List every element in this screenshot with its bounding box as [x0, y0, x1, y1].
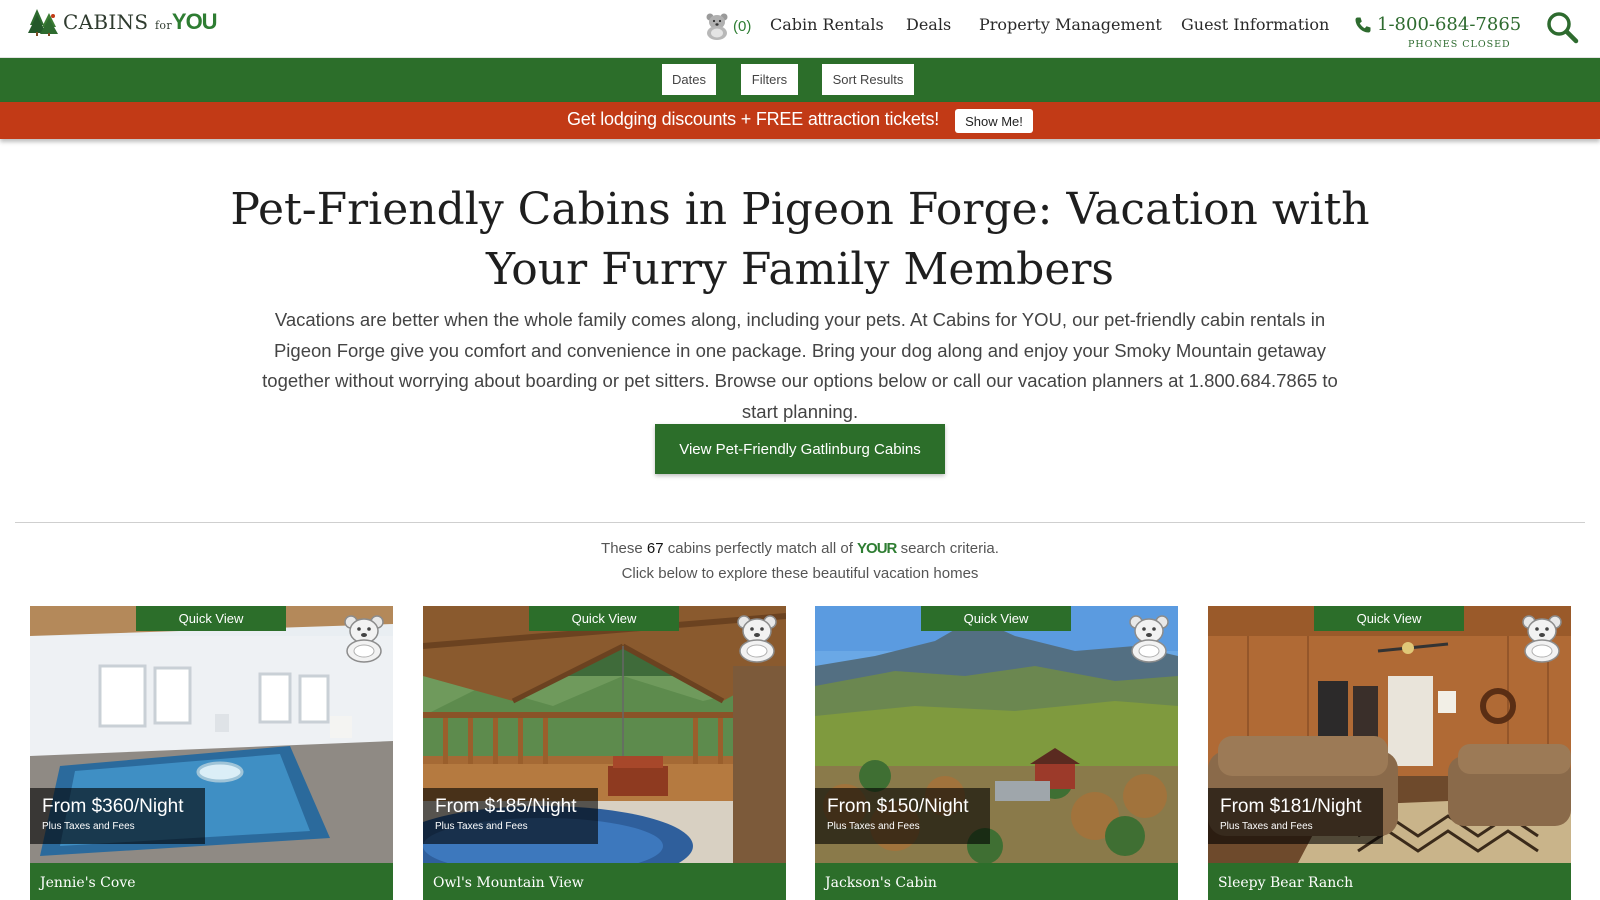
price-badge: From $150/Night Plus Taxes and Fees: [815, 788, 990, 844]
cabin-card[interactable]: Quick View From $181/Night Plus Taxes an…: [1208, 606, 1571, 900]
cabin-name: Jennie's Cove: [40, 875, 136, 891]
intro-paragraph: Vacations are better when the whole fami…: [262, 309, 1338, 422]
cabin-card[interactable]: Quick View From $185/Night Plus Taxes an…: [423, 606, 786, 900]
bear-favorite-icon: [1129, 615, 1169, 663]
phone-icon: [1355, 17, 1371, 32]
add-favorite-button[interactable]: [341, 613, 387, 663]
bear-favorite-icon: [737, 615, 777, 663]
price-note: Plus Taxes and Fees: [435, 821, 528, 832]
bear-favorite-icon: [1522, 615, 1562, 663]
add-favorite-button[interactable]: [734, 613, 780, 663]
results-prefix: These: [601, 540, 643, 557]
page-title: Pet-Friendly Cabins in Pigeon Forge: Vac…: [230, 184, 1370, 295]
cabin-name-bar[interactable]: Owl's Mountain View: [423, 863, 786, 900]
filter-toolbar: Dates Filters Sort Results: [0, 58, 1600, 102]
results-suffix: search criteria.: [900, 540, 999, 557]
phone-link[interactable]: 1-800-684-7865: [1354, 14, 1521, 35]
bear-favorites-icon: [706, 13, 728, 40]
cabin-name: Owl's Mountain View: [433, 875, 584, 891]
nav-guest-information[interactable]: Guest Information: [1181, 15, 1329, 34]
results-subline: Click below to explore these beautiful v…: [621, 565, 979, 582]
cabin-name: Sleepy Bear Ranch: [1218, 875, 1354, 891]
add-favorite-button[interactable]: [1519, 613, 1565, 663]
nightly-price: From $150/Night: [827, 796, 969, 817]
logo-you-text: YOU: [171, 9, 218, 34]
divider: [15, 522, 1585, 523]
results-count-line: These 67 cabins perfectly match all of Y…: [0, 540, 1600, 557]
phone-status: PHONES CLOSED: [1408, 39, 1511, 50]
quick-view-button[interactable]: Quick View: [1314, 606, 1464, 631]
nightly-price: From $360/Night: [42, 796, 184, 817]
results-middle: cabins perfectly match all of: [667, 540, 853, 557]
promo-banner: Get lodging discounts + FREE attraction …: [0, 102, 1600, 139]
view-gatlinburg-cabins-button[interactable]: View Pet-Friendly Gatlinburg Cabins: [655, 424, 945, 474]
site-logo[interactable]: CABINS forYOU: [27, 7, 218, 37]
price-badge: From $185/Night Plus Taxes and Fees: [423, 788, 598, 844]
sort-results-button[interactable]: Sort Results: [822, 64, 914, 95]
price-note: Plus Taxes and Fees: [42, 821, 135, 832]
search-button[interactable]: [1545, 10, 1579, 44]
quick-view-button[interactable]: Quick View: [136, 606, 286, 631]
quick-view-button[interactable]: Quick View: [921, 606, 1071, 631]
price-note: Plus Taxes and Fees: [1220, 821, 1313, 832]
trees-logo-icon: [28, 9, 58, 36]
nightly-price: From $181/Night: [1220, 796, 1362, 817]
promo-text: Get lodging discounts + FREE attraction …: [567, 109, 940, 129]
results-count: 67: [646, 540, 664, 557]
price-badge: From $360/Night Plus Taxes and Fees: [30, 788, 205, 844]
price-badge: From $181/Night Plus Taxes and Fees: [1208, 788, 1383, 844]
bear-favorite-icon: [344, 615, 384, 663]
logo-for-text: for: [155, 19, 172, 32]
add-favorite-button[interactable]: [1126, 613, 1172, 663]
nav-property-management[interactable]: Property Management: [979, 15, 1162, 34]
nav-cabin-rentals[interactable]: Cabin Rentals: [770, 15, 884, 34]
site-header: CABINS forYOU (0) Cabin Rentals Deals Pr…: [0, 0, 1600, 58]
favorites-count: (0): [733, 17, 752, 35]
cabin-name-bar[interactable]: Sleepy Bear Ranch: [1208, 863, 1571, 900]
logo-main-text: CABINS: [63, 10, 149, 34]
favorites-button[interactable]: (0): [705, 12, 751, 40]
cabin-card[interactable]: Quick View From $360/Night Plus Taxes an…: [30, 606, 393, 900]
nav-deals[interactable]: Deals: [906, 15, 951, 34]
cabin-card[interactable]: Quick View From $150/Night Plus Taxes an…: [815, 606, 1178, 900]
cabin-name-bar[interactable]: Jennie's Cove: [30, 863, 393, 900]
cabin-name: Jackson's Cabin: [825, 875, 937, 891]
show-me-button[interactable]: Show Me!: [955, 109, 1033, 133]
price-note: Plus Taxes and Fees: [827, 821, 920, 832]
nightly-price: From $185/Night: [435, 796, 577, 817]
dates-button[interactable]: Dates: [662, 64, 716, 95]
quick-view-button[interactable]: Quick View: [529, 606, 679, 631]
search-icon: [1547, 12, 1579, 44]
filters-button[interactable]: Filters: [741, 64, 798, 95]
results-you: YOUR: [857, 540, 897, 557]
cabin-name-bar[interactable]: Jackson's Cabin: [815, 863, 1178, 900]
phone-number: 1-800-684-7865: [1377, 14, 1522, 35]
